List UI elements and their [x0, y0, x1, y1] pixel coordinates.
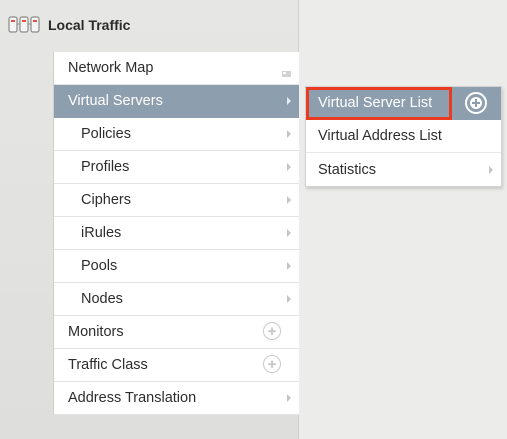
- menu-item-label: iRules: [81, 225, 122, 241]
- submenu-item-virtual-server-list[interactable]: Virtual Server List: [306, 87, 501, 120]
- menu-item-policies[interactable]: Policies: [54, 118, 299, 151]
- chevron-right-icon: [287, 229, 291, 237]
- menu-item-nodes[interactable]: Nodes: [54, 283, 299, 316]
- content-background: [299, 0, 507, 439]
- chevron-right-icon: [287, 97, 291, 105]
- chevron-right-icon: [287, 295, 291, 303]
- local-traffic-menu: Network Map Virtual Servers Policies Pro…: [53, 52, 299, 415]
- submenu-item-label: Statistics: [318, 161, 377, 178]
- chevron-right-icon: [287, 196, 291, 204]
- add-monitor-icon[interactable]: +: [263, 322, 281, 340]
- menu-item-label: Profiles: [81, 159, 130, 175]
- menu-item-ciphers[interactable]: Ciphers: [54, 184, 299, 217]
- menu-item-label: Virtual Servers: [68, 93, 163, 109]
- local-traffic-header[interactable]: Local Traffic: [0, 8, 298, 42]
- menu-item-label: Traffic Class: [68, 357, 148, 373]
- add-virtual-server-icon[interactable]: [465, 92, 487, 114]
- menu-item-profiles[interactable]: Profiles: [54, 151, 299, 184]
- menu-item-traffic-class[interactable]: Traffic Class +: [54, 349, 299, 382]
- menu-item-address-translation[interactable]: Address Translation: [54, 382, 299, 415]
- menu-item-label: Pools: [81, 258, 118, 274]
- menu-item-label: Network Map: [68, 60, 154, 76]
- submenu-item-virtual-address-list[interactable]: Virtual Address List: [306, 120, 501, 153]
- menu-item-label: Address Translation: [68, 390, 197, 406]
- menu-item-pools[interactable]: Pools: [54, 250, 299, 283]
- local-traffic-icon: [8, 14, 40, 36]
- chevron-right-icon: [287, 163, 291, 171]
- chevron-right-icon: [489, 165, 493, 174]
- chevron-right-icon: [287, 394, 291, 402]
- chevron-right-icon: [287, 262, 291, 270]
- menu-item-network-map[interactable]: Network Map: [54, 52, 299, 85]
- menu-item-monitors[interactable]: Monitors +: [54, 316, 299, 349]
- section-title: Local Traffic: [48, 17, 131, 33]
- submenu-item-label: Virtual Server List: [318, 95, 433, 111]
- menu-item-label: Policies: [81, 126, 131, 142]
- menu-item-virtual-servers[interactable]: Virtual Servers: [54, 85, 299, 118]
- menu-item-label: Nodes: [81, 291, 123, 307]
- submenu-item-statistics[interactable]: Statistics: [306, 153, 501, 186]
- submenu-item-label: Virtual Address List: [318, 128, 442, 144]
- menu-item-irules[interactable]: iRules: [54, 217, 299, 250]
- menu-item-label: Ciphers: [81, 192, 131, 208]
- map-icon: [282, 65, 291, 77]
- add-traffic-class-icon[interactable]: +: [263, 355, 281, 373]
- menu-item-label: Monitors: [68, 324, 124, 340]
- chevron-right-icon: [287, 130, 291, 138]
- virtual-servers-submenu: Virtual Server List Virtual Address List…: [305, 86, 502, 187]
